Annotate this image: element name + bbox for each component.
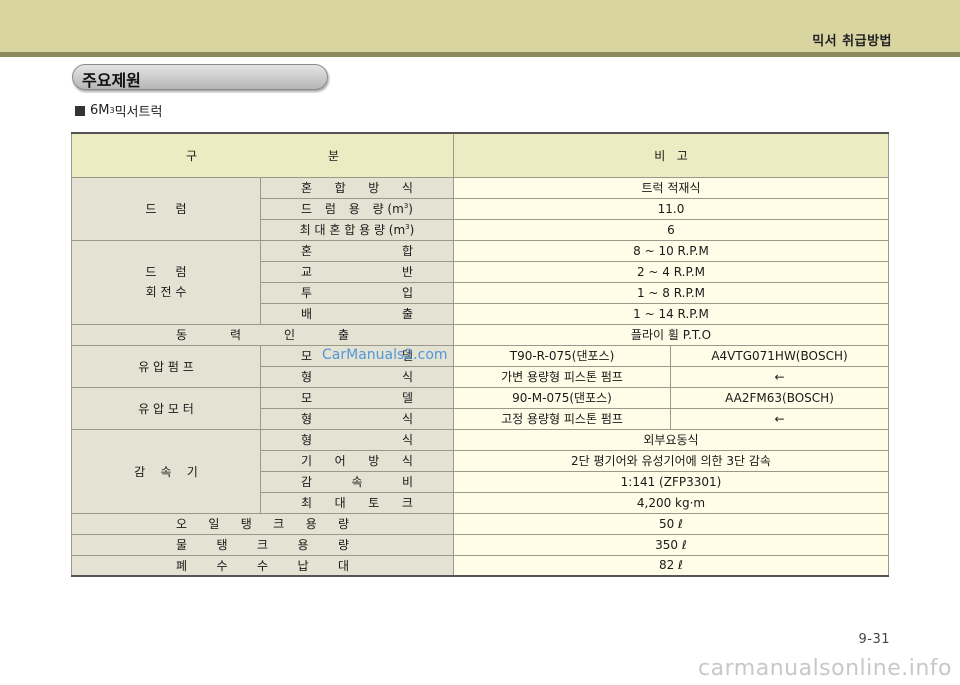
row-group-motor: 유 압 모 터 (71, 386, 261, 430)
row-value: 82 ℓ (453, 554, 889, 577)
table-row: 물탱크용량 350 ℓ (71, 533, 889, 556)
arrow-left-icon: ← (670, 365, 889, 388)
row-value: 가변 용량형 피스톤 펌프 (453, 365, 671, 388)
row-value: 1 ~ 8 R.P.M (453, 281, 889, 304)
table-row: 동력인출 플라이 휠 P.T.O (71, 323, 889, 346)
header-category: 구 분 (71, 132, 454, 178)
row-value: 6 (453, 218, 889, 241)
section-title-pill: 주요제원 (72, 64, 328, 90)
spec-table: 구 분 비 고 드 럼 혼합방식 트럭 적재식 드럼용량 (m3) 11.0 최… (71, 132, 889, 577)
row-label: 투입 (260, 281, 454, 304)
row-label: 최 대 혼 합 용 량 (m3) (260, 218, 454, 241)
row-label: 기어방식 (260, 449, 454, 472)
chapter-title: 믹서 취급방법 (812, 34, 892, 49)
row-label: 혼합 (260, 239, 454, 262)
row-label-water-tank: 물탱크용량 (71, 533, 454, 556)
row-value: 2단 평기어와 유성기어에 의한 3단 감속 (453, 449, 889, 472)
row-label: 감속비 (260, 470, 454, 493)
row-group-pump: 유 압 펌 프 (71, 344, 261, 388)
row-value: 50 ℓ (453, 512, 889, 535)
row-value: 4,200 kg·m (453, 491, 889, 514)
row-label: 최대토크 (260, 491, 454, 514)
row-value: 고정 용량형 피스톤 펌프 (453, 407, 671, 430)
watermark-center: CarManuals2.com (322, 347, 448, 363)
row-value: 플라이 휠 P.T.O (453, 323, 889, 346)
row-label: 형식 (260, 428, 454, 451)
row-value: A4VTG071HW(BOSCH) (670, 344, 889, 367)
row-value: 외부요동식 (453, 428, 889, 451)
header-remarks: 비 고 (453, 132, 889, 178)
table-row: 드 럼 혼합방식 트럭 적재식 (71, 176, 889, 241)
subheading-suffix: 믹서트럭 (114, 105, 163, 120)
row-value: T90-R-075(댄포스) (453, 344, 671, 367)
row-value: 트럭 적재식 (453, 176, 889, 199)
row-value: 1 ~ 14 R.P.M (453, 302, 889, 325)
row-label: 배출 (260, 302, 454, 325)
arrow-left-icon: ← (670, 407, 889, 430)
square-bullet-icon (75, 105, 85, 116)
header-divider (0, 52, 960, 57)
table-subheading: 6M 3 믹서트럭 (75, 101, 162, 120)
row-group-rpm: 드 럼 회 전 수 (71, 239, 261, 325)
row-label: 모델 (260, 386, 454, 409)
row-value: AA2FM63(BOSCH) (670, 386, 889, 409)
watermark-bottom: carmanualsonline.info (698, 656, 952, 681)
subheading-prefix: 6M (90, 103, 110, 118)
table-row: 드 럼 회 전 수 혼합 8 ~ 10 R.P.M (71, 239, 889, 325)
row-label-oil-tank: 오일탱크용량 (71, 512, 454, 535)
row-label-waste-water: 폐수수납대 (71, 554, 454, 577)
table-row: 유 압 펌 프 모델 T90-R-075(댄포스) A4VTG071HW(BOS… (71, 344, 889, 388)
row-value: 90-M-075(댄포스) (453, 386, 671, 409)
table-header-row: 구 분 비 고 (71, 132, 889, 178)
row-group-reducer: 감 속 기 (71, 428, 261, 514)
row-label: 형식 (260, 365, 454, 388)
section-title: 주요제원 (82, 71, 141, 90)
row-value: 2 ~ 4 R.P.M (453, 260, 889, 283)
table-row: 유 압 모 터 모델 90-M-075(댄포스) AA2FM63(BOSCH) (71, 386, 889, 430)
row-label: 형식 (260, 407, 454, 430)
row-label-power: 동력인출 (71, 323, 454, 346)
row-label: 드럼용량 (m3) (260, 197, 454, 220)
table-row: 오일탱크용량 50 ℓ (71, 512, 889, 535)
row-value: 8 ~ 10 R.P.M (453, 239, 889, 262)
page-number: 9-31 (858, 632, 890, 647)
row-value: 350 ℓ (453, 533, 889, 556)
row-group-drum: 드 럼 (71, 176, 261, 241)
row-label: 교반 (260, 260, 454, 283)
table-row: 폐수수납대 82 ℓ (71, 554, 889, 577)
row-value: 1:141 (ZFP3301) (453, 470, 889, 493)
table-row: 감 속 기 형식 외부요동식 (71, 428, 889, 514)
row-value: 11.0 (453, 197, 889, 220)
row-label: 혼합방식 (260, 176, 454, 199)
